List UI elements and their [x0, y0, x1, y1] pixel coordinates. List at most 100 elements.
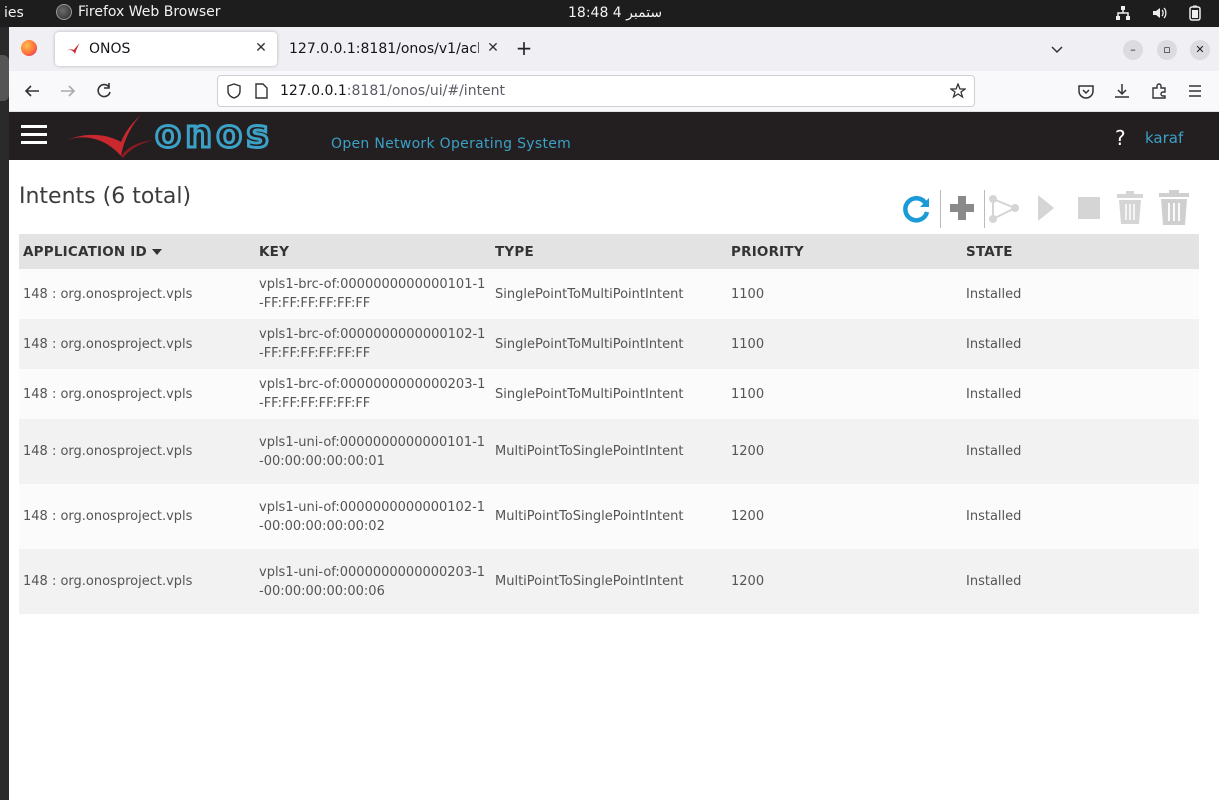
- cell-priority: 1100: [731, 386, 765, 402]
- battery-icon[interactable]: [1187, 5, 1203, 21]
- cell-state: Installed: [966, 386, 1022, 402]
- minimize-icon[interactable]: –: [1123, 40, 1143, 60]
- onos-favicon-icon: [66, 43, 80, 54]
- topology-icon[interactable]: [986, 188, 1022, 228]
- table-row[interactable]: 148 : org.onosproject.vpls vpls1-brc-of:…: [19, 369, 1199, 419]
- intent-toolbar: [898, 188, 1198, 230]
- forward-arrow-icon[interactable]: [59, 82, 77, 100]
- cell-type: SinglePointToMultiPointIntent: [495, 286, 684, 302]
- cell-priority: 1100: [731, 336, 765, 352]
- tab-title: 127.0.0.1:8181/onos/v1/acl/: [289, 41, 479, 57]
- cell-key: vpls1-uni-of:0000000000000203-1-00:00:00…: [259, 564, 486, 599]
- cell-priority: 1200: [731, 444, 765, 459]
- column-header-type[interactable]: TYPE: [491, 234, 727, 269]
- cell-app-id: 148 : org.onosproject.vpls: [23, 286, 193, 302]
- cell-key: vpls1-uni-of:0000000000000102-1-00:00:00…: [259, 499, 486, 534]
- tab-acl[interactable]: 127.0.0.1:8181/onos/v1/acl/ ✕: [285, 32, 507, 66]
- url-host: 127.0.0.1: [280, 83, 347, 99]
- reload-icon[interactable]: [95, 82, 113, 100]
- cell-app-id: 148 : org.onosproject.vpls: [23, 386, 193, 402]
- cell-app-id: 148 : org.onosproject.vpls: [23, 574, 193, 589]
- table-row[interactable]: 148 : org.onosproject.vpls vpls1-brc-of:…: [19, 269, 1199, 319]
- cell-key: vpls1-brc-of:0000000000000203-1-FF:FF:FF…: [259, 377, 486, 411]
- deactivate-icon[interactable]: [1071, 188, 1107, 228]
- cell-key: vpls1-brc-of:0000000000000102-1-FF:FF:FF…: [259, 327, 486, 361]
- pocket-icon[interactable]: [1077, 82, 1095, 100]
- bookmark-star-icon[interactable]: [950, 83, 966, 99]
- volume-icon[interactable]: [1151, 5, 1167, 21]
- url-path: :8181/onos/ui/#/intent: [346, 83, 506, 99]
- navigation-bar: 127.0.0.1:8181/onos/ui/#/intent: [9, 71, 1219, 112]
- cell-state: Installed: [966, 286, 1022, 302]
- firefox-view-icon[interactable]: [21, 40, 37, 56]
- resubmit-icon[interactable]: [1028, 188, 1064, 228]
- purge-all-icon[interactable]: [1156, 188, 1192, 228]
- sort-descending-icon: [151, 248, 162, 255]
- table-row[interactable]: 148 : org.onosproject.vpls vpls1-uni-of:…: [19, 484, 1199, 549]
- cell-priority: 1200: [731, 574, 765, 589]
- tracking-shield-icon[interactable]: [226, 83, 242, 99]
- cell-type: MultiPointToSinglePointIntent: [495, 574, 684, 589]
- tab-onos[interactable]: ONOS ✕: [55, 32, 277, 66]
- dock-item[interactable]: [0, 55, 9, 101]
- cell-key: vpls1-brc-of:0000000000000101-1-FF:FF:FF…: [259, 277, 486, 311]
- cell-app-id: 148 : org.onosproject.vpls: [23, 336, 193, 352]
- table-row[interactable]: 148 : org.onosproject.vpls vpls1-brc-of:…: [19, 319, 1199, 369]
- onos-masthead: onos Open Network Operating System ? kar…: [9, 112, 1219, 160]
- restore-icon[interactable]: ▫: [1157, 40, 1177, 60]
- cell-priority: 1200: [731, 509, 765, 524]
- tab-strip: ONOS ✕ 127.0.0.1:8181/onos/v1/acl/ ✕ + –…: [9, 27, 1219, 71]
- app-menu[interactable]: Firefox Web Browser: [56, 4, 221, 20]
- dock: [0, 27, 9, 800]
- clock[interactable]: 18:48 4 ستمبر: [568, 5, 662, 21]
- page-info-icon[interactable]: [254, 83, 268, 99]
- add-icon[interactable]: [944, 188, 980, 228]
- system-tray[interactable]: [1115, 5, 1203, 21]
- cell-app-id: 148 : org.onosproject.vpls: [23, 509, 193, 524]
- cell-state: Installed: [966, 444, 1022, 459]
- cell-type: SinglePointToMultiPointIntent: [495, 386, 684, 402]
- table-row[interactable]: 148 : org.onosproject.vpls vpls1-uni-of:…: [19, 419, 1199, 484]
- url-text: 127.0.0.1:8181/onos/ui/#/intent: [280, 83, 505, 99]
- os-top-bar: ies Firefox Web Browser 18:48 4 ستمبر: [0, 0, 1219, 27]
- list-all-tabs-icon[interactable]: [1049, 41, 1065, 57]
- svg-text:onos: onos: [155, 121, 273, 153]
- table-header-row: APPLICATION ID KEY TYPE PRIORITY STATE: [19, 234, 1199, 269]
- onos-bird-logo: [67, 115, 153, 158]
- page-title: Intents (6 total): [19, 184, 192, 209]
- network-icon[interactable]: [1115, 5, 1131, 21]
- cell-state: Installed: [966, 509, 1022, 524]
- hamburger-menu-icon[interactable]: [1186, 82, 1204, 100]
- close-tab-icon[interactable]: ✕: [253, 40, 269, 56]
- column-header-app-id[interactable]: APPLICATION ID: [19, 234, 255, 269]
- column-header-state[interactable]: STATE: [962, 234, 1199, 269]
- purge-icon[interactable]: [1112, 188, 1148, 228]
- onos-wordmark: onos: [155, 121, 273, 153]
- tab-title: ONOS: [89, 41, 131, 57]
- new-tab-icon[interactable]: +: [513, 38, 535, 60]
- activities-button[interactable]: ies: [4, 5, 24, 21]
- back-arrow-icon[interactable]: [23, 82, 41, 100]
- download-icon[interactable]: [1113, 82, 1131, 100]
- close-window-icon[interactable]: ✕: [1190, 40, 1210, 60]
- cell-state: Installed: [966, 574, 1022, 589]
- column-header-label: APPLICATION ID: [23, 243, 147, 260]
- extensions-icon[interactable]: [1150, 82, 1168, 100]
- cell-state: Installed: [966, 336, 1022, 352]
- url-bar[interactable]: 127.0.0.1:8181/onos/ui/#/intent: [217, 75, 975, 107]
- cell-type: MultiPointToSinglePointIntent: [495, 444, 684, 459]
- help-icon[interactable]: ?: [1115, 126, 1126, 150]
- close-tab-icon[interactable]: ✕: [485, 40, 501, 56]
- firefox-app-icon: [56, 4, 72, 20]
- intents-table: APPLICATION ID KEY TYPE PRIORITY STATE 1…: [19, 234, 1199, 614]
- cell-app-id: 148 : org.onosproject.vpls: [23, 444, 193, 459]
- onos-tagline: Open Network Operating System: [331, 136, 572, 152]
- column-header-priority[interactable]: PRIORITY: [727, 234, 962, 269]
- column-header-key[interactable]: KEY: [255, 234, 491, 269]
- nav-menu-icon[interactable]: [21, 125, 47, 145]
- user-menu[interactable]: karaf: [1145, 129, 1183, 147]
- cell-key: vpls1-uni-of:0000000000000101-1-00:00:00…: [259, 434, 486, 469]
- cell-priority: 1100: [731, 286, 765, 302]
- table-row[interactable]: 148 : org.onosproject.vpls vpls1-uni-of:…: [19, 549, 1199, 614]
- refresh-icon[interactable]: [898, 188, 934, 228]
